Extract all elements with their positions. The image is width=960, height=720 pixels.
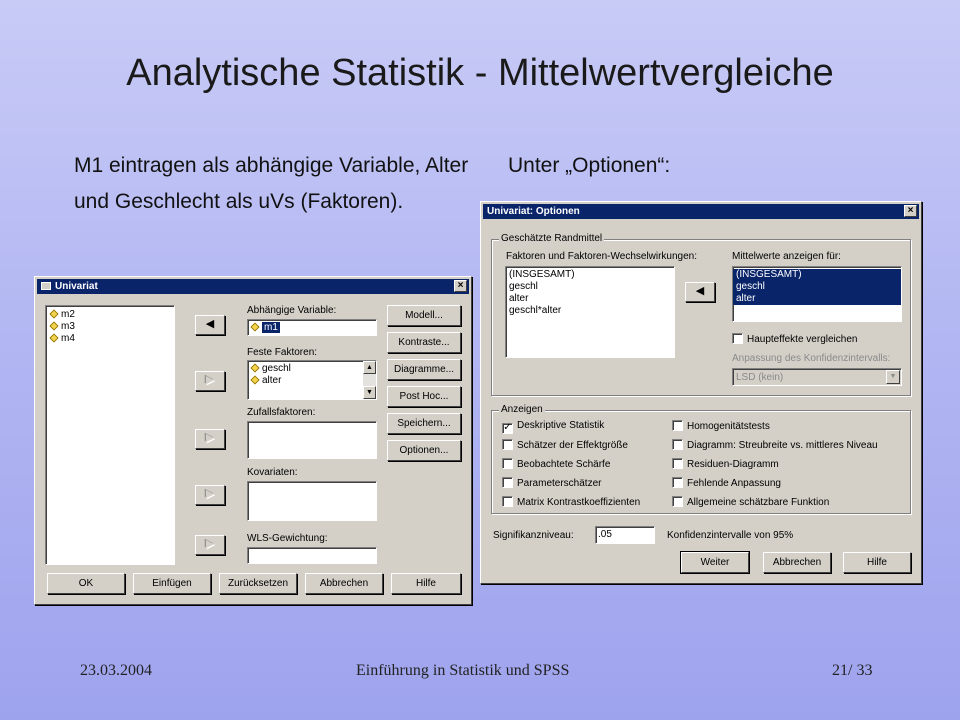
means-item[interactable]: alter <box>733 293 901 305</box>
cancel-button[interactable]: Abbrechen <box>305 573 383 594</box>
close-button[interactable]: × <box>454 280 467 292</box>
dependent-field[interactable]: m1 <box>247 319 377 336</box>
dependent-label: Abhängige Variable: <box>247 305 337 316</box>
homogeneity-checkbox[interactable]: Homogenitätstests <box>672 420 770 432</box>
save-button[interactable]: Speichern... <box>387 413 461 434</box>
wls-label: WLS-Gewichtung: <box>247 533 328 544</box>
scale-variable-icon <box>49 309 59 319</box>
footer-date: 23.03.2004 <box>80 662 152 679</box>
means-label: Mittelwerte anzeigen für: <box>732 251 841 262</box>
options-title: Univariat: Optionen <box>487 206 580 217</box>
close-button[interactable]: × <box>904 205 917 217</box>
move-random-factor-button[interactable]: ▶ <box>195 429 225 449</box>
variable-item[interactable]: m4 <box>49 333 75 344</box>
spread-level-checkbox[interactable]: Diagramm: Streubreite vs. mittleres Nive… <box>672 439 878 451</box>
factor-item[interactable]: (INSGESAMT) <box>506 269 674 281</box>
variable-icon <box>250 363 260 373</box>
ci-adjust-select[interactable]: LSD (kein) ▼ <box>732 368 902 386</box>
ci-text: Konfidenzintervalle von 95% <box>667 530 794 541</box>
paste-button[interactable]: Einfügen <box>133 573 211 594</box>
bullet-text-left: M1 eintragen als abhängige Variable, Alt… <box>74 154 469 213</box>
scroll-down-icon[interactable]: ▼ <box>363 386 376 399</box>
scroll-up-icon[interactable]: ▲ <box>363 361 376 374</box>
fixed-factor-item[interactable]: geschl <box>250 363 291 374</box>
model-button[interactable]: Modell... <box>387 305 461 326</box>
marginal-means-group: Geschätzte Randmittel Faktoren und Fakto… <box>491 233 911 396</box>
marginal-means-group-title: Geschätzte Randmittel <box>499 233 605 244</box>
help-button[interactable]: Hilfe <box>843 552 911 573</box>
significance-label: Signifikanzniveau: <box>493 530 574 541</box>
contrasts-button[interactable]: Kontraste... <box>387 332 461 353</box>
residual-plot-checkbox[interactable]: Residuen-Diagramm <box>672 458 779 470</box>
move-dependent-button[interactable]: ◀ <box>195 315 225 335</box>
random-factors-list[interactable] <box>247 421 377 459</box>
contrast-matrix-checkbox[interactable]: Matrix Kontrastkoeffizienten <box>502 496 640 508</box>
plots-button[interactable]: Diagramme... <box>387 359 461 380</box>
dependent-value: m1 <box>250 322 280 333</box>
significance-input[interactable]: .05 <box>595 526 655 544</box>
parameter-estimates-checkbox[interactable]: Parameterschätzer <box>502 477 601 489</box>
options-button[interactable]: Optionen... <box>387 440 461 461</box>
scale-variable-icon <box>250 322 260 332</box>
wls-field[interactable] <box>247 547 377 564</box>
observed-power-checkbox[interactable]: Beobachtete Schärfe <box>502 458 610 470</box>
footer-title: Einführung in Statistik und SPSS <box>356 662 570 679</box>
options-titlebar: Univariat: Optionen × <box>483 204 919 219</box>
factor-item[interactable]: geschl <box>506 281 674 293</box>
footer-page-number: 21/ 33 <box>832 662 873 679</box>
univariat-titlebar: Univariat × <box>37 279 469 294</box>
random-factors-label: Zufallsfaktoren: <box>247 407 316 418</box>
covariates-list[interactable] <box>247 481 377 521</box>
means-item[interactable]: geschl <box>733 281 901 293</box>
main-effects-checkbox[interactable]: Haupteffekte vergleichen <box>732 333 857 345</box>
display-group-title: Anzeigen <box>499 404 545 415</box>
display-group: Anzeigen ✓ Deskriptive Statistik Schätzer… <box>491 404 911 514</box>
checkbox-box <box>732 333 743 344</box>
fixed-factors-scrollbar[interactable]: ▲ ▼ <box>363 361 376 399</box>
factor-item[interactable]: alter <box>506 293 674 305</box>
ok-button[interactable]: OK <box>47 573 125 594</box>
reset-button[interactable]: Zurücksetzen <box>219 573 297 594</box>
univariat-title: Univariat <box>55 281 98 292</box>
covariates-label: Kovariaten: <box>247 467 298 478</box>
fixed-factor-item[interactable]: alter <box>250 375 281 386</box>
factor-item[interactable]: geschl*alter <box>506 305 674 317</box>
scale-variable-icon <box>49 321 59 331</box>
lack-of-fit-checkbox[interactable]: Fehlende Anpassung <box>672 477 781 489</box>
move-fixed-factor-button[interactable]: ▶ <box>195 371 225 391</box>
variable-item[interactable]: m3 <box>49 321 75 332</box>
ci-adjust-label: Anpassung des Konfidenzintervalls: <box>732 353 891 364</box>
factors-label: Faktoren und Faktoren-Wechselwirkungen: <box>506 251 698 262</box>
variable-item[interactable]: m2 <box>49 309 75 320</box>
general-estimable-checkbox[interactable]: Allgemeine schätzbare Funktion <box>672 496 829 508</box>
continue-button[interactable]: Weiter <box>680 551 750 574</box>
ci-adjust-value: LSD (kein) <box>736 372 784 383</box>
effect-size-checkbox[interactable]: Schätzer der Effektgröße <box>502 439 628 451</box>
options-dialog: Univariat: Optionen × Geschätzte Randmit… <box>480 201 922 584</box>
check-icon: ✓ <box>502 422 513 434</box>
move-covariate-button[interactable]: ▶ <box>195 485 225 505</box>
move-wls-button[interactable]: ▶ <box>195 535 225 555</box>
chevron-down-icon[interactable]: ▼ <box>886 370 900 384</box>
post-hoc-button[interactable]: Post Hoc... <box>387 386 461 407</box>
means-list[interactable]: (INSGESAMT) geschl alter <box>732 266 902 322</box>
variable-list[interactable]: m2 m3 m4 <box>45 305 175 565</box>
cancel-button[interactable]: Abbrechen <box>763 552 831 573</box>
move-left-button[interactable]: ◀ <box>685 282 715 302</box>
univariat-dialog: Univariat × m2 m3 m4 ◀ ▶ ▶ ▶ ▶ Abhängige… <box>34 276 472 605</box>
factors-list[interactable]: (INSGESAMT) geschl alter geschl*alter <box>505 266 675 358</box>
window-icon <box>41 282 51 290</box>
bullet-text-right: Unter „Optionen“: <box>508 154 671 177</box>
help-button[interactable]: Hilfe <box>391 573 461 594</box>
variable-icon <box>250 375 260 385</box>
means-item[interactable]: (INSGESAMT) <box>733 269 901 281</box>
descriptive-stats-checkbox[interactable]: ✓ Deskriptive Statistik <box>502 420 604 434</box>
scale-variable-icon <box>49 333 59 343</box>
fixed-factors-label: Feste Faktoren: <box>247 347 318 358</box>
slide-title: Analytische Statistik - Mittelwertvergle… <box>126 52 834 94</box>
fixed-factors-list[interactable]: geschl alter ▲ ▼ <box>247 360 377 400</box>
